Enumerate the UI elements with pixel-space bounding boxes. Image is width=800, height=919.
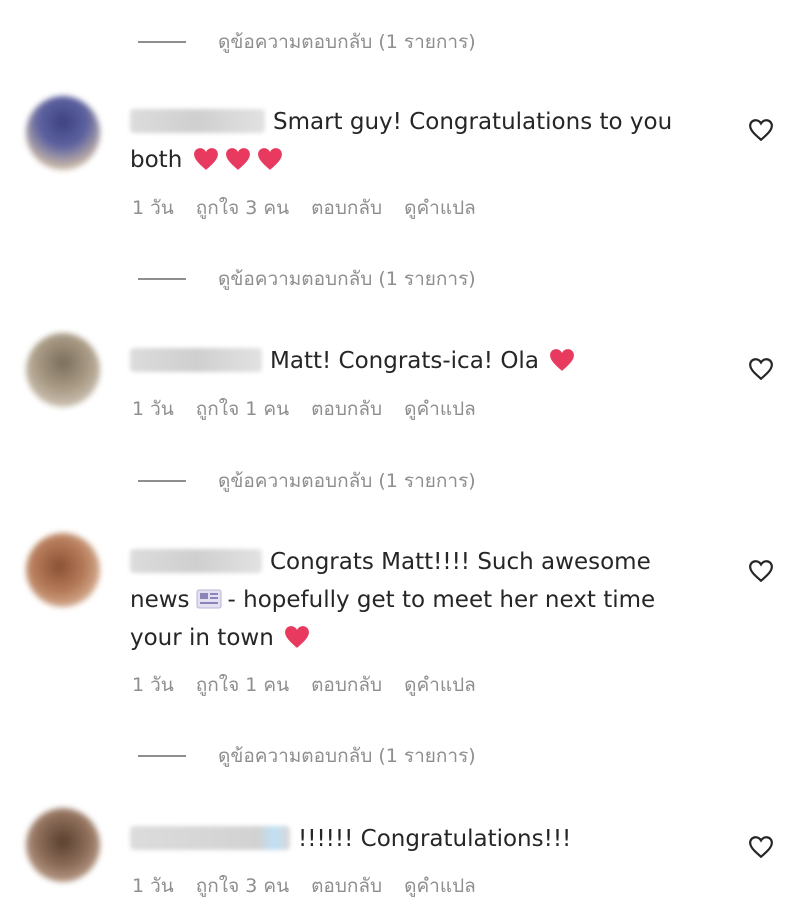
avatar[interactable] xyxy=(26,808,100,882)
comment-text-line: Matt! Congrats-ica! Ola xyxy=(270,348,539,374)
username-redacted[interactable] xyxy=(130,548,262,573)
comment-meta: 1 วัน ถูกใจ 1 คน ตอบกลับ ดูคำแปล xyxy=(132,394,498,424)
like-heart-icon[interactable] xyxy=(748,559,774,583)
view-replies-label: ดูข้อความตอบกลับ (1 รายการ) xyxy=(218,268,476,290)
comment-meta: 1 วัน ถูกใจ 3 คน ตอบกลับ ดูคำแปล xyxy=(132,193,498,223)
comment-time[interactable]: 1 วัน xyxy=(132,193,174,223)
avatar[interactable] xyxy=(26,333,100,407)
see-translation-button[interactable]: ดูคำแปล xyxy=(404,871,476,901)
reply-button[interactable]: ตอบกลับ xyxy=(311,670,382,700)
comment-text-line: both xyxy=(130,147,183,173)
heart-emoji-icon xyxy=(225,147,250,170)
avatar[interactable] xyxy=(26,96,100,170)
view-replies-toggle[interactable]: ดูข้อความตอบกลับ (1 รายการ) xyxy=(138,466,476,496)
heart-emoji-icon xyxy=(257,147,282,170)
like-heart-icon[interactable] xyxy=(748,835,774,859)
reply-divider-line xyxy=(138,278,186,280)
comment-likes[interactable]: ถูกใจ 3 คน xyxy=(196,193,289,223)
like-heart-icon[interactable] xyxy=(748,357,774,381)
view-replies-toggle[interactable]: ดูข้อความตอบกลับ (1 รายการ) xyxy=(138,264,476,294)
comment-likes[interactable]: ถูกใจ 3 คน xyxy=(196,871,289,901)
username-redacted[interactable] xyxy=(130,347,262,372)
see-translation-button[interactable]: ดูคำแปล xyxy=(404,670,476,700)
comment-text-line: !!!!!! Congratulations!!! xyxy=(298,826,572,852)
newspaper-emoji-icon xyxy=(196,589,222,608)
view-replies-toggle[interactable]: ดูข้อความตอบกลับ (1 รายการ) xyxy=(138,27,476,57)
comment-text-line: your in town xyxy=(130,625,274,651)
username-redacted[interactable] xyxy=(130,108,265,133)
heart-emoji-icon xyxy=(550,348,575,371)
view-replies-label: ดูข้อความตอบกลับ (1 รายการ) xyxy=(218,470,476,492)
reply-divider-line xyxy=(138,755,186,757)
view-replies-label: ดูข้อความตอบกลับ (1 รายการ) xyxy=(218,745,476,767)
comment-meta: 1 วัน ถูกใจ 1 คน ตอบกลับ ดูคำแปล xyxy=(132,670,498,700)
heart-emoji-icon xyxy=(193,147,218,170)
like-heart-icon[interactable] xyxy=(748,118,774,142)
comment-text-line: news xyxy=(130,587,190,613)
reply-divider-line xyxy=(138,41,186,43)
comment-meta: 1 วัน ถูกใจ 3 คน ตอบกลับ ดูคำแปล xyxy=(132,871,498,901)
reply-divider-line xyxy=(138,480,186,482)
reply-button[interactable]: ตอบกลับ xyxy=(311,193,382,223)
comment-text: Congrats Matt!!!! Such awesome news - hop… xyxy=(130,543,710,657)
comment-text-line: Smart guy! Congratulations to you xyxy=(273,109,673,135)
comment-text: !!!!!! Congratulations!!! xyxy=(130,820,710,858)
comment-likes[interactable]: ถูกใจ 1 คน xyxy=(196,670,289,700)
comment-time[interactable]: 1 วัน xyxy=(132,394,174,424)
comment-time[interactable]: 1 วัน xyxy=(132,871,174,901)
view-replies-label: ดูข้อความตอบกลับ (1 รายการ) xyxy=(218,31,476,53)
comment-text-line: - hopefully get to meet her next time xyxy=(227,587,656,613)
comment-text: Matt! Congrats-ica! Ola xyxy=(130,342,710,380)
heart-emoji-icon xyxy=(285,625,310,648)
see-translation-button[interactable]: ดูคำแปล xyxy=(404,394,476,424)
comment-time[interactable]: 1 วัน xyxy=(132,670,174,700)
view-replies-toggle[interactable]: ดูข้อความตอบกลับ (1 รายการ) xyxy=(138,741,476,771)
reply-button[interactable]: ตอบกลับ xyxy=(311,871,382,901)
comment-likes[interactable]: ถูกใจ 1 คน xyxy=(196,394,289,424)
comment-text-line: Congrats Matt!!!! Such awesome xyxy=(270,549,651,575)
see-translation-button[interactable]: ดูคำแปล xyxy=(404,193,476,223)
username-redacted[interactable] xyxy=(130,825,290,850)
comment-text: Smart guy! Congratulations to you both xyxy=(130,103,710,179)
reply-button[interactable]: ตอบกลับ xyxy=(311,394,382,424)
avatar[interactable] xyxy=(26,533,100,607)
